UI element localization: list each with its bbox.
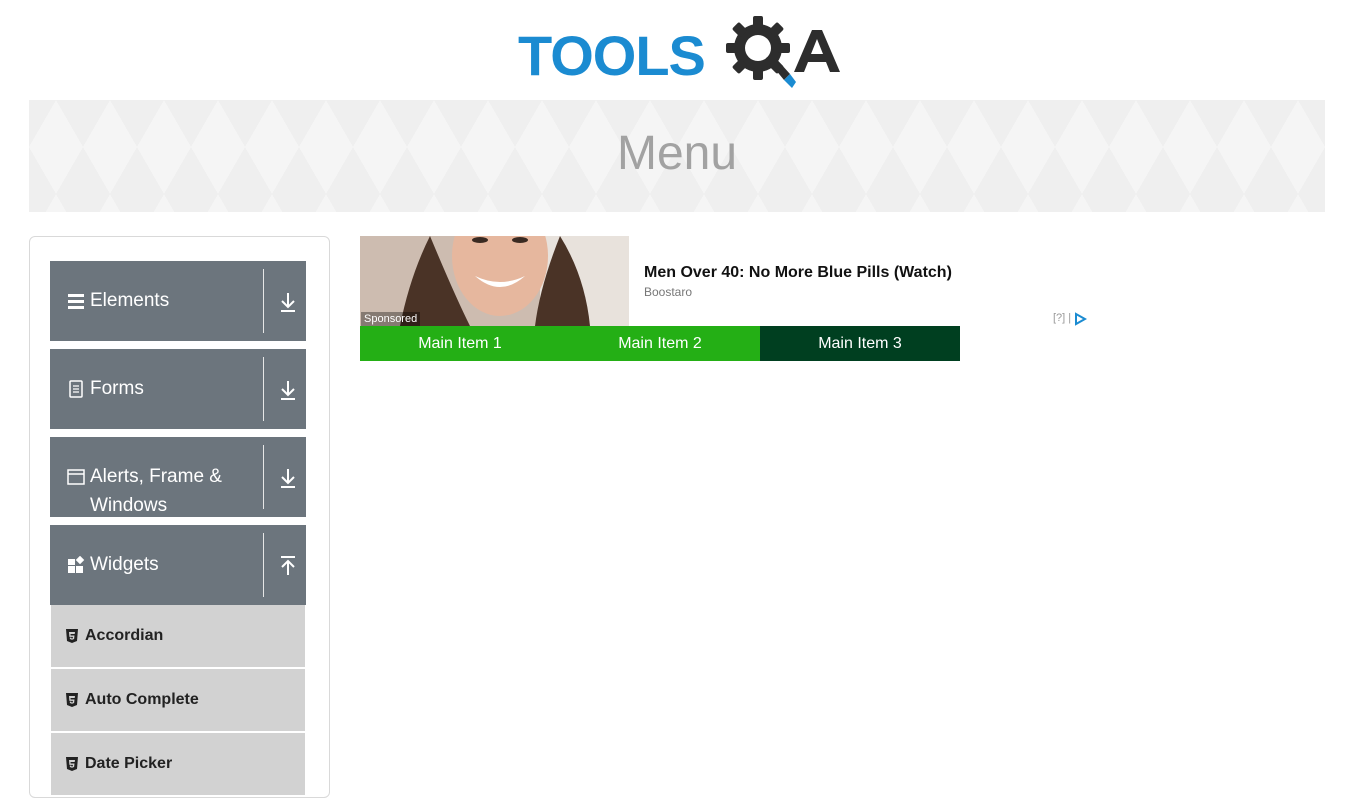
widgets-icon — [68, 556, 85, 573]
menu-item-main-3[interactable]: Main Item 3 — [760, 326, 960, 361]
ad-help-link[interactable]: [?] | — [1053, 312, 1071, 324]
expand-arrow-icon[interactable] — [276, 290, 300, 314]
sidebar-item-date-picker[interactable]: Date Picker — [51, 733, 305, 797]
sidebar-group-widgets[interactable]: Widgets — [50, 525, 306, 605]
sidebar-group-label: Widgets — [90, 554, 159, 575]
document-icon — [69, 380, 83, 398]
ad-image[interactable]: Sponsored — [360, 236, 629, 326]
ad-title-link[interactable]: Men Over 40: No More Blue Pills (Watch) — [644, 264, 952, 282]
page-banner: Menu — [29, 100, 1325, 212]
gear-icon — [726, 16, 796, 88]
sidebar-item-label: Date Picker — [85, 755, 173, 772]
hamburger-icon — [68, 294, 84, 309]
sidebar-group-elements[interactable]: Elements — [50, 261, 306, 341]
html5-icon — [66, 629, 78, 643]
ad-source: Boostaro — [644, 285, 693, 299]
html5-icon — [66, 757, 78, 771]
sidebar-item-accordian[interactable]: Accordian — [51, 605, 305, 669]
header: TOOLS — [0, 0, 1366, 100]
divider — [263, 445, 264, 509]
window-icon — [67, 469, 85, 485]
sidebar-group-forms[interactable]: Forms — [50, 349, 306, 429]
sidebar-item-auto-complete[interactable]: Auto Complete — [51, 669, 305, 733]
sidebar-group-alerts-frame-windows[interactable]: Alerts, Frame & Windows — [50, 437, 306, 517]
logo-text: TOOLS — [518, 24, 706, 87]
sidebar-group-label: Alerts, Frame & Windows — [90, 466, 222, 516]
divider — [263, 269, 264, 333]
sponsored-label: Sponsored — [361, 312, 421, 326]
sidebar-item-label: Accordian — [85, 627, 164, 644]
collapse-arrow-icon[interactable] — [276, 554, 300, 578]
expand-arrow-icon[interactable] — [276, 466, 300, 490]
toolsqa-logo[interactable]: TOOLS — [518, 14, 842, 90]
page-title: Menu — [616, 127, 738, 180]
html5-icon — [66, 693, 78, 707]
sidebar-group-label: Forms — [90, 378, 144, 399]
menu-item-main-2[interactable]: Main Item 2 — [560, 326, 760, 361]
sponsored-ad[interactable]: Sponsored Men Over 40: No More Blue Pill… — [360, 236, 1090, 326]
sidebar-group-label: Elements — [90, 290, 170, 311]
divider — [263, 533, 264, 597]
main-menu: Main Item 1 Main Item 2 Main Item 3 — [360, 326, 960, 361]
divider — [263, 357, 264, 421]
expand-arrow-icon[interactable] — [276, 378, 300, 402]
sidebar-item-label: Auto Complete — [85, 691, 199, 708]
sidebar: Elements Forms Alerts, Frame & Windows W… — [29, 236, 330, 798]
logo-letter-a — [794, 30, 840, 72]
adchoices-icon[interactable] — [1073, 312, 1087, 326]
menu-item-main-1[interactable]: Main Item 1 — [360, 326, 560, 361]
